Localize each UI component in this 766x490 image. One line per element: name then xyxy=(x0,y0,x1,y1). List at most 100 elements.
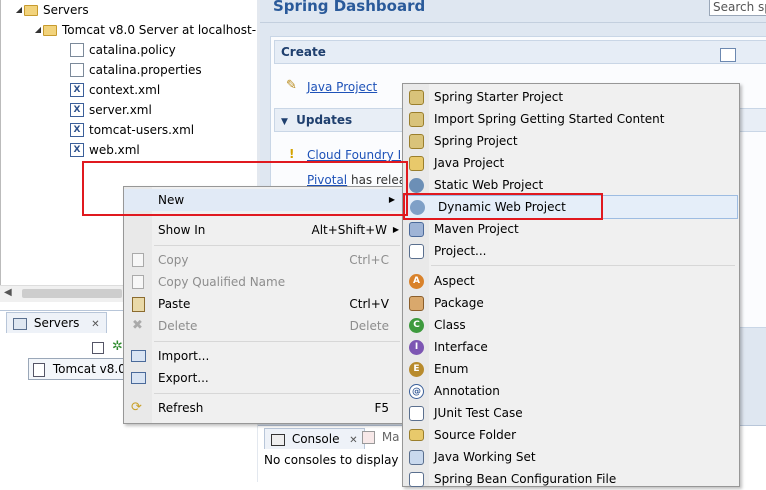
tree-item-label: Tomcat v8.0 Server at localhost- xyxy=(62,23,257,37)
collapse-arrow-icon[interactable]: ◢ xyxy=(33,20,43,40)
menu-item-delete[interactable]: ✖ Delete Delete xyxy=(124,315,403,337)
tree-item-tomcat-server[interactable]: ◢ Tomcat v8.0 Server at localhost- xyxy=(33,20,256,40)
context-menu: New ▶ Show In Alt+Shift+W ▶ Copy Ctrl+C … xyxy=(123,186,406,424)
tree-item-label: context.xml xyxy=(89,83,161,97)
java-project-wand-icon: ✎ xyxy=(286,78,297,93)
submenu-item-class[interactable]: C Class xyxy=(403,314,737,336)
submenu-item-spring-project[interactable]: Spring Project xyxy=(403,130,737,152)
cloud-foundry-link[interactable]: Cloud Foundry I xyxy=(307,148,401,162)
menu-separator xyxy=(431,265,735,266)
menu-item-label: Copy Qualified Name xyxy=(158,275,286,289)
menu-item-label: Show In xyxy=(158,223,206,237)
close-icon[interactable]: ✕ xyxy=(349,435,357,446)
add-icon[interactable] xyxy=(720,48,736,62)
menu-item-label: Import... xyxy=(158,349,210,363)
collapse-arrow-icon: ▼ xyxy=(281,117,288,127)
tree-item-file[interactable]: X server.xml xyxy=(70,100,152,120)
submenu-item-label: Spring Bean Configuration File xyxy=(434,472,617,486)
export-icon xyxy=(131,372,146,384)
tab-console[interactable]: Console ✕ xyxy=(264,428,365,449)
menu-item-copy[interactable]: Copy Ctrl+C xyxy=(124,249,403,271)
menu-item-paste[interactable]: Paste Ctrl+V xyxy=(124,293,403,315)
submenu-item-source-folder[interactable]: Source Folder xyxy=(403,424,737,446)
menu-item-refresh[interactable]: ⟳ Refresh F5 xyxy=(124,397,403,419)
submenu-item-label: Spring Starter Project xyxy=(434,90,564,104)
menu-item-label: Paste xyxy=(158,297,191,311)
tree-item-file[interactable]: X context.xml xyxy=(70,80,160,100)
tree-left-border xyxy=(0,0,1,300)
project-icon xyxy=(409,244,424,259)
menu-item-label: Delete xyxy=(158,319,198,333)
xml-file-icon: X xyxy=(70,123,84,137)
working-set-icon xyxy=(409,450,424,465)
servers-icon xyxy=(13,317,27,330)
collapse-arrow-icon[interactable]: ◢ xyxy=(14,0,24,20)
xml-file-icon: X xyxy=(70,83,84,97)
submenu-item-spring-starter-project[interactable]: Spring Starter Project xyxy=(403,86,737,108)
start-server-icon[interactable]: ✲ xyxy=(112,339,123,354)
tab-markers[interactable]: Ma xyxy=(362,430,400,444)
markers-icon xyxy=(362,431,375,444)
refresh-icon: ⟳ xyxy=(131,400,142,415)
server-list-item[interactable]: Tomcat v8.0 xyxy=(28,358,126,380)
menu-item-accelerator: Ctrl+V xyxy=(349,297,389,311)
tree-item-file[interactable]: X tomcat-users.xml xyxy=(70,120,194,140)
import-icon xyxy=(131,350,146,362)
interface-icon: I xyxy=(409,340,424,355)
submenu-item-annotation[interactable]: @ Annotation xyxy=(403,380,737,402)
warning-icon: ! xyxy=(289,147,295,161)
menu-item-copy-qualified-name[interactable]: Copy Qualified Name xyxy=(124,271,403,293)
console-message: No consoles to display xyxy=(264,453,399,467)
submenu-item-aspect[interactable]: A Aspect xyxy=(403,270,737,292)
submenu-item-package[interactable]: Package xyxy=(403,292,737,314)
scroll-left-icon[interactable]: ◀ xyxy=(4,287,12,298)
junit-icon xyxy=(409,406,424,421)
close-icon[interactable]: ✕ xyxy=(91,319,99,330)
menu-item-export[interactable]: Export... xyxy=(124,367,403,389)
paste-icon xyxy=(132,297,145,312)
submenu-item-junit-test-case[interactable]: JUnit Test Case xyxy=(403,402,737,424)
tree-item-servers[interactable]: ◢ Servers xyxy=(14,0,89,20)
submenu-item-label: Spring Project xyxy=(434,134,518,148)
maven-project-icon xyxy=(409,222,424,237)
submenu-item-interface[interactable]: I Interface xyxy=(403,336,737,358)
scroll-thumb[interactable] xyxy=(22,289,122,298)
submenu-item-label: Annotation xyxy=(434,384,500,398)
submenu-item-label: Class xyxy=(434,318,466,332)
submenu-item-label: Interface xyxy=(434,340,488,354)
tree-item-label: catalina.properties xyxy=(89,63,202,77)
create-section-header[interactable]: Create xyxy=(274,40,766,64)
tree-item-file[interactable]: catalina.properties xyxy=(70,60,202,80)
submenu-item-label: Aspect xyxy=(434,274,475,288)
submenu-item-label: Import Spring Getting Started Content xyxy=(434,112,665,126)
delete-icon: ✖ xyxy=(132,318,143,333)
spring-project-icon xyxy=(409,134,424,149)
menu-item-import[interactable]: Import... xyxy=(124,345,403,367)
menu-item-accelerator: F5 xyxy=(374,401,389,415)
submenu-item-label: Maven Project xyxy=(434,222,519,236)
submenu-item-label: Source Folder xyxy=(434,428,517,442)
tab-label: Console xyxy=(291,432,340,446)
submenu-item-label: Package xyxy=(434,296,484,310)
tree-item-file[interactable]: X web.xml xyxy=(70,140,140,160)
submenu-item-label: Java Working Set xyxy=(434,450,536,464)
submenu-arrow-icon: ▶ xyxy=(392,225,399,234)
tree-item-file[interactable]: catalina.policy xyxy=(70,40,176,60)
submenu-item-maven-project[interactable]: Maven Project xyxy=(403,218,737,240)
submenu-item-import-spring-getting-started[interactable]: Import Spring Getting Started Content xyxy=(403,108,737,130)
java-project-link[interactable]: Java Project xyxy=(307,80,377,94)
submenu-item-label: Enum xyxy=(434,362,469,376)
submenu-item-label: Java Project xyxy=(434,156,505,170)
collapse-all-icon[interactable] xyxy=(92,342,104,354)
search-input[interactable]: Search sp xyxy=(709,0,766,16)
submenu-item-java-project[interactable]: Java Project xyxy=(403,152,737,174)
menu-item-show-in[interactable]: Show In Alt+Shift+W ▶ xyxy=(124,219,403,241)
tab-servers[interactable]: Servers ✕ xyxy=(6,312,107,333)
submenu-item-enum[interactable]: E Enum xyxy=(403,358,737,380)
submenu-item-java-working-set[interactable]: Java Working Set xyxy=(403,446,737,468)
submenu-item-spring-bean-configuration-file[interactable]: Spring Bean Configuration File xyxy=(403,468,737,490)
submenu-item-project[interactable]: Project... xyxy=(403,240,737,262)
tree-item-label: web.xml xyxy=(89,143,140,157)
menu-separator xyxy=(154,341,400,342)
submenu-item-label: Project... xyxy=(434,244,487,258)
